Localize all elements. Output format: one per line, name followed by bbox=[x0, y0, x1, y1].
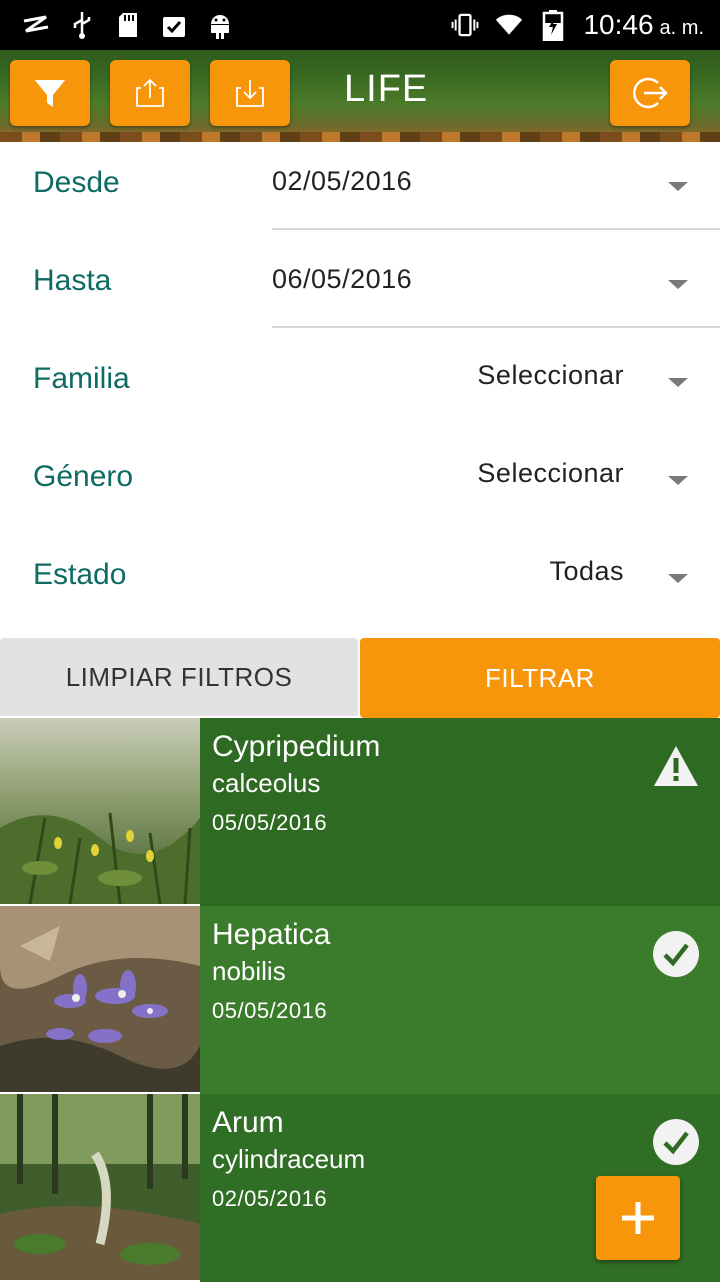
filter-label: Hasta bbox=[33, 264, 112, 297]
photo-thumbnail bbox=[0, 906, 200, 1092]
state-select-value[interactable]: Todas bbox=[549, 556, 624, 587]
photo-thumbnail bbox=[0, 1094, 200, 1280]
list-item[interactable]: Hepatica nobilis 05/05/2016 bbox=[0, 906, 720, 1094]
plus-icon bbox=[622, 1202, 654, 1234]
species-name: calceolus bbox=[212, 768, 321, 798]
logout-icon bbox=[632, 77, 668, 109]
sd-card-icon bbox=[114, 11, 142, 39]
field-underline bbox=[272, 228, 720, 230]
filter-row-hasta[interactable]: Hasta 06/05/2016 bbox=[0, 240, 720, 338]
clipboard-check-icon bbox=[160, 11, 188, 39]
logout-button[interactable] bbox=[610, 60, 690, 126]
add-record-button[interactable] bbox=[596, 1176, 680, 1260]
dropdown-arrow-icon[interactable] bbox=[668, 182, 688, 191]
apply-filter-button[interactable]: FILTRAR bbox=[360, 638, 720, 718]
record-date: 02/05/2016 bbox=[212, 1186, 328, 1211]
upload-icon bbox=[136, 78, 164, 107]
dropdown-arrow-icon[interactable] bbox=[668, 378, 688, 387]
check-icon bbox=[652, 930, 700, 978]
item-info: Hepatica nobilis 05/05/2016 bbox=[200, 906, 720, 1094]
clear-filters-button[interactable]: LIMPIAR FILTROS bbox=[0, 638, 358, 716]
filter-row-desde[interactable]: Desde 02/05/2016 bbox=[0, 142, 720, 240]
warning-icon bbox=[652, 742, 700, 790]
field-underline bbox=[272, 326, 720, 328]
upload-button[interactable] bbox=[110, 60, 190, 126]
genus-select-value[interactable]: Seleccionar bbox=[477, 458, 624, 489]
filter-label: Género bbox=[33, 460, 134, 493]
filter-label: Desde bbox=[33, 166, 120, 199]
battery-charging-icon bbox=[539, 10, 567, 41]
date-from-value[interactable]: 02/05/2016 bbox=[272, 166, 412, 197]
record-date: 05/05/2016 bbox=[212, 998, 328, 1023]
usb-icon bbox=[68, 11, 96, 39]
filter-row-estado[interactable]: Estado Todas bbox=[0, 534, 720, 632]
clock-ampm: a. m. bbox=[659, 17, 704, 39]
funnel-icon bbox=[34, 78, 66, 107]
filter-button[interactable] bbox=[10, 60, 90, 126]
android-icon bbox=[206, 11, 234, 39]
species-name: cylindraceum bbox=[212, 1144, 366, 1174]
notification-z-icon bbox=[22, 11, 50, 39]
record-date: 05/05/2016 bbox=[212, 810, 328, 835]
clock-time: 10:46 bbox=[583, 9, 654, 40]
list-item[interactable]: Cypripedium calceolus 05/05/2016 bbox=[0, 718, 720, 906]
app-title: LIFE bbox=[344, 68, 429, 110]
check-icon bbox=[652, 1118, 700, 1166]
genus-name: Cypripedium bbox=[212, 730, 381, 763]
download-icon bbox=[236, 80, 264, 107]
dropdown-arrow-icon[interactable] bbox=[668, 280, 688, 289]
photo-thumbnail bbox=[0, 718, 200, 904]
download-button[interactable] bbox=[210, 60, 290, 126]
dropdown-arrow-icon[interactable] bbox=[668, 476, 688, 485]
item-info: Cypripedium calceolus 05/05/2016 bbox=[200, 718, 720, 906]
filter-label: Familia bbox=[33, 362, 130, 395]
wifi-icon bbox=[495, 11, 523, 39]
app-toolbar: LIFE bbox=[0, 50, 720, 142]
genus-name: Arum bbox=[212, 1106, 284, 1139]
dropdown-arrow-icon[interactable] bbox=[668, 574, 688, 583]
family-select-value[interactable]: Seleccionar bbox=[477, 360, 624, 391]
genus-name: Hepatica bbox=[212, 918, 331, 951]
clock: 10:46 a. m. bbox=[583, 9, 704, 41]
date-to-value[interactable]: 06/05/2016 bbox=[272, 264, 412, 295]
vibrate-icon bbox=[451, 11, 479, 39]
status-bar: 10:46 a. m. bbox=[0, 0, 720, 50]
filter-label: Estado bbox=[33, 558, 127, 591]
filter-row-genero[interactable]: Género Seleccionar bbox=[0, 436, 720, 534]
species-name: nobilis bbox=[212, 956, 286, 986]
filter-row-familia[interactable]: Familia Seleccionar bbox=[0, 338, 720, 436]
